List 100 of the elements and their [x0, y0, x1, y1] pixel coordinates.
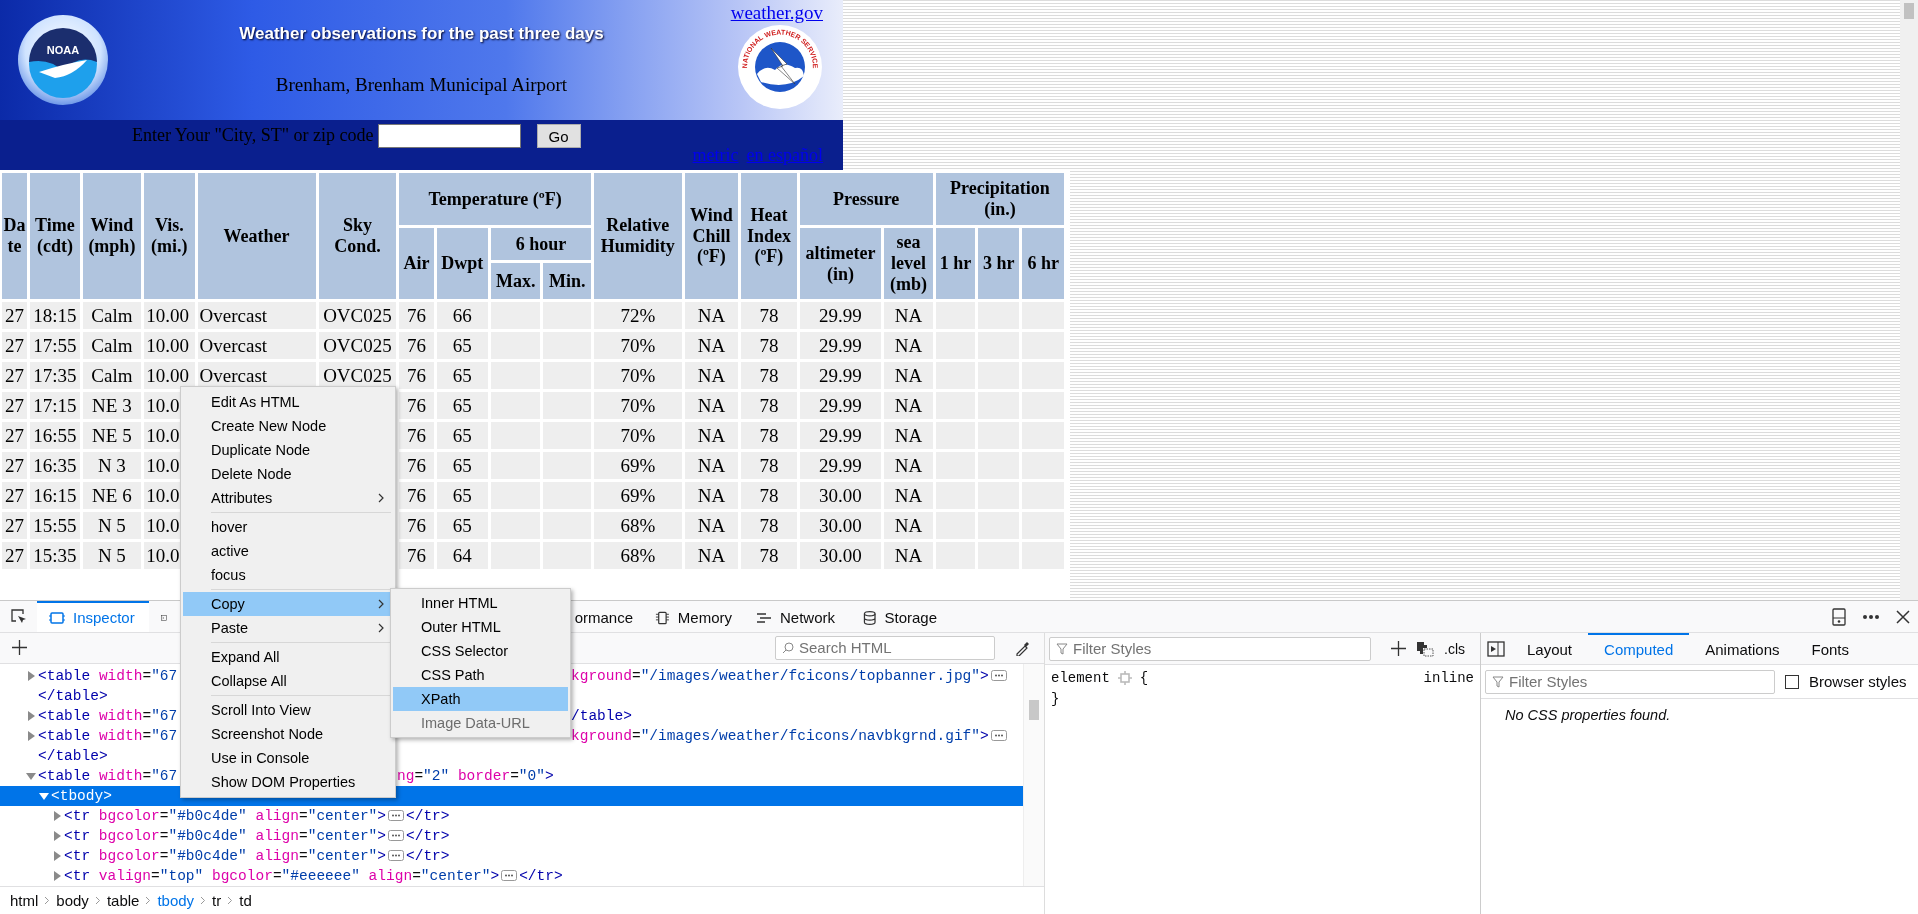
column-header: 1 hr — [935, 228, 976, 299]
column-header: 6 hour — [491, 228, 591, 260]
column-header: sea level (mb) — [884, 228, 933, 299]
markup-text: </tr> — [406, 807, 450, 824]
column-header: Wind Chill (ºF) — [684, 173, 739, 299]
column-header: Sky Cond. — [318, 173, 397, 299]
column-header: Vis. (mi.) — [144, 173, 195, 299]
table-cell: N 5 — [97, 544, 126, 566]
brace: } — [1051, 690, 1060, 707]
table-cell: Overcast — [199, 334, 268, 356]
column-header: Precipitation (in.) — [935, 173, 1064, 225]
table-cell: 70% — [620, 394, 656, 416]
table-cell: 10.0 — [146, 544, 180, 566]
table-cell: 78 — [759, 484, 779, 506]
table-cell: 78 — [759, 454, 779, 476]
column-header: Relative Humidity — [593, 173, 682, 299]
table-cell: 64 — [452, 544, 472, 566]
table-cell: 70% — [620, 424, 656, 446]
table-cell: 29.99 — [819, 334, 862, 356]
table-cell: 10.0 — [146, 454, 180, 476]
table-cell: 65 — [452, 484, 472, 506]
banner-title: Weather observations for the past three days — [239, 24, 604, 44]
table-cell: 68% — [620, 544, 656, 566]
table-cell: 27 — [5, 304, 25, 326]
table-cell: OVC025 — [323, 334, 392, 356]
markup-text: /table> — [571, 707, 632, 724]
table-cell: 78 — [759, 304, 779, 326]
table-cell: NA — [697, 334, 726, 356]
column-header: 6 hr — [1022, 228, 1064, 299]
table-cell: NA — [697, 454, 726, 476]
brace: { — [1139, 669, 1149, 686]
table-cell: 68% — [620, 514, 656, 536]
markup-text: kground="/images/weather/fcicons/topbanner.jpg"> — [571, 667, 989, 684]
table-cell: 76 — [406, 364, 426, 386]
table-cell: 30.00 — [819, 484, 862, 506]
table-cell: 78 — [759, 514, 779, 536]
table-cell: 15:55 — [33, 514, 77, 536]
table-cell: 16:15 — [33, 484, 77, 506]
table-cell: N 5 — [97, 514, 126, 536]
column-header: Max. — [491, 263, 541, 299]
station-name: Brenham, Brenham Municipal Airport — [275, 74, 568, 96]
table-cell: 15:35 — [33, 544, 77, 566]
table-cell: 76 — [406, 544, 426, 566]
column-header: Dwpt — [436, 228, 489, 299]
table-cell: 65 — [452, 364, 472, 386]
table-cell: 27 — [5, 394, 25, 416]
table-cell: 16:35 — [33, 454, 77, 476]
rule-selector: element — [1051, 669, 1110, 686]
table-cell: 72% — [620, 304, 656, 326]
column-header: 3 hr — [978, 228, 1020, 299]
column-header: Air — [399, 228, 434, 299]
table-cell: Calm — [91, 304, 133, 326]
table-cell: 16:55 — [33, 424, 77, 446]
table-cell: 29.99 — [819, 424, 862, 446]
column-header: Heat Index (ºF) — [741, 173, 797, 299]
table-cell: 27 — [5, 544, 25, 566]
table-cell: 65 — [452, 394, 472, 416]
table-cell: 65 — [452, 514, 472, 536]
table-cell: NA — [894, 394, 923, 416]
table-cell: 27 — [5, 514, 25, 536]
table-cell: 10.0 — [146, 394, 180, 416]
table-cell: 27 — [5, 334, 25, 356]
table-cell: 70% — [620, 334, 656, 356]
table-cell: OVC025 — [323, 304, 392, 326]
table-cell: NA — [697, 304, 726, 326]
table-cell: 78 — [759, 394, 779, 416]
table-cell: 65 — [452, 424, 472, 446]
table-cell: NA — [894, 454, 923, 476]
table-cell: 27 — [5, 484, 25, 506]
table-cell: 70% — [620, 364, 656, 386]
table-cell: Calm — [91, 334, 133, 356]
table-cell: Overcast — [199, 364, 268, 386]
table-cell: NA — [894, 514, 923, 536]
table-cell: 30.00 — [819, 514, 862, 536]
markup-text: </tr> — [406, 827, 450, 844]
table-cell: Calm — [91, 364, 133, 386]
table-cell: NA — [894, 304, 923, 326]
table-cell: NE 3 — [92, 394, 132, 416]
table-cell: NE 6 — [92, 484, 132, 506]
markup-text: </tr> — [406, 847, 450, 864]
table-cell: 27 — [5, 454, 25, 476]
table-cell: NA — [697, 364, 726, 386]
column-header: Min. — [543, 263, 591, 299]
table-cell: 76 — [406, 334, 426, 356]
table-cell: 69% — [620, 454, 656, 476]
markup-text: kground="/images/weather/fcicons/navbkgrnd.gif"> — [571, 727, 989, 744]
table-cell: 78 — [759, 424, 779, 446]
markup-text: ng="2" border="0"> — [397, 767, 554, 784]
table-cell: 66 — [452, 304, 472, 326]
table-cell: 29.99 — [819, 454, 862, 476]
table-cell: 17:55 — [33, 334, 77, 356]
table-cell: 76 — [406, 454, 426, 476]
table-cell: 29.99 — [819, 304, 862, 326]
table-cell: NA — [894, 484, 923, 506]
table-cell: 18:15 — [33, 304, 77, 326]
column-header: Temperature (ºF) — [399, 173, 591, 225]
markup-text: </tr> — [519, 867, 563, 884]
table-cell: 65 — [452, 454, 472, 476]
table-cell: 78 — [759, 364, 779, 386]
checkbox-label: Browser styles — [1809, 673, 1907, 690]
